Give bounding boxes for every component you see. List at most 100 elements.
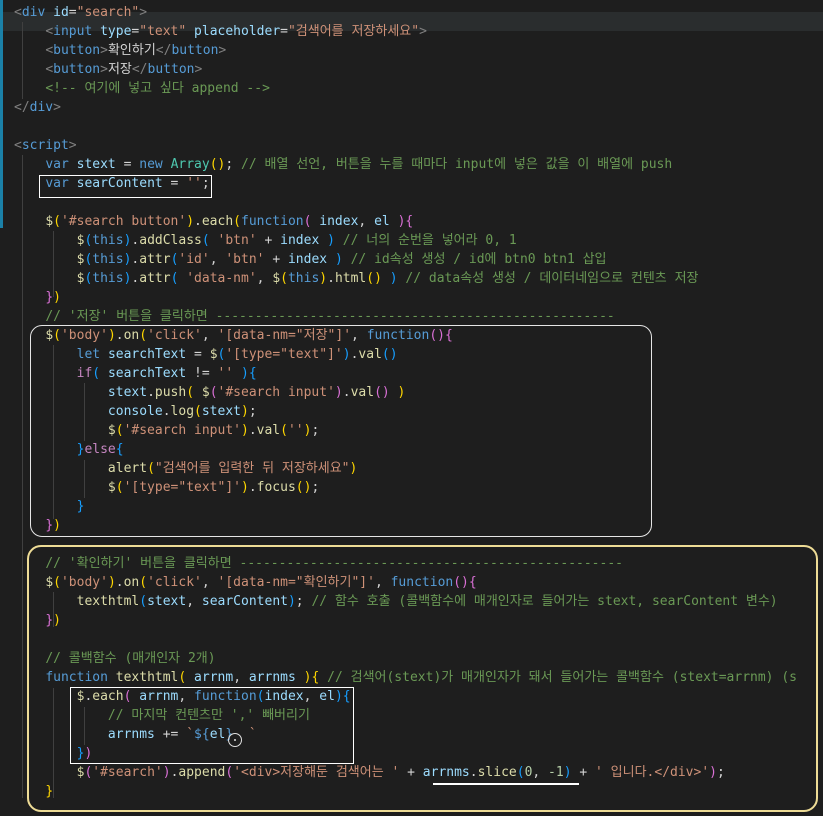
code-token: '<div>저장해둔 검색어는 '	[233, 765, 400, 780]
code-line[interactable]: arrnms += `${el} `	[14, 725, 257, 744]
code-line[interactable]: $.each( arrnm, function(index, el){	[14, 687, 351, 706]
code-token: function	[390, 575, 454, 590]
code-line[interactable]: $('#search button').each(function( index…	[14, 212, 413, 231]
code-token: button	[53, 43, 101, 58]
code-token: 'click'	[147, 575, 202, 590]
mouse-cursor-icon	[228, 733, 242, 747]
code-token: el	[319, 689, 335, 704]
code-line[interactable]: alert("검색어를 입력한 뒤 저장하세요")	[14, 459, 357, 478]
code-line[interactable]: }	[14, 497, 85, 516]
code-line[interactable]: <!-- 여기에 넣고 싶다 append -->	[14, 79, 270, 98]
code-line[interactable]: })	[14, 611, 61, 630]
code-token: index	[287, 252, 328, 267]
code-line[interactable]: })	[14, 516, 61, 535]
code-line[interactable]: <div id="search">	[14, 3, 147, 22]
code-line[interactable]: $('#search').append('<div>저장해둔 검색어는 ' + …	[14, 763, 725, 782]
code-token: // 함수 호출 (콜백함수에 매개인자로 들어가는 stext, searCo…	[311, 594, 778, 609]
code-line[interactable]: })	[14, 288, 61, 307]
code-line[interactable]: }	[14, 782, 53, 801]
code-line[interactable]: // '저장' 버튼을 클릭하면 -----------------------…	[14, 307, 615, 326]
code-token: ' 입니다.</div>'	[595, 765, 710, 780]
code-token: '#search input'	[123, 423, 241, 438]
code-line[interactable]: <button>저장</button>	[14, 60, 202, 79]
code-token: ()	[381, 347, 398, 362]
annotation-underline-slice	[433, 783, 579, 785]
code-editor[interactable]: <div id="search"> <input type="text" pla…	[0, 0, 823, 816]
code-line[interactable]: var searContent = '';	[14, 174, 210, 193]
code-token: )	[342, 347, 351, 362]
code-token: +	[256, 233, 281, 248]
code-line[interactable]: var stext = new Array(); // 배열 선언, 버튼을 누…	[14, 155, 672, 174]
code-token: val	[256, 423, 281, 438]
code-token: )	[389, 271, 398, 286]
code-token: (	[53, 214, 61, 229]
code-token: placeholder	[194, 24, 281, 39]
code-token: // data속성 생성 / 데이터네임으로 컨텐츠 저장	[405, 271, 699, 286]
code-token: each	[92, 689, 124, 704]
code-token: // '저장' 버튼을 클릭하면 -----------------------…	[45, 309, 615, 324]
code-token: ()	[453, 575, 469, 590]
modified-lines-indicator	[0, 0, 3, 228]
code-token: >	[139, 5, 148, 20]
code-line[interactable]: function texthtml( arrnm, arrnms ){ // 검…	[14, 668, 797, 687]
code-token: (	[53, 328, 61, 343]
code-token: 'body'	[60, 575, 108, 590]
code-token: div	[29, 100, 54, 115]
code-token: .	[115, 328, 124, 343]
code-line[interactable]: }else{	[14, 440, 124, 459]
code-line[interactable]: console.log(stext);	[14, 402, 257, 421]
code-line[interactable]: // 콜백함수 (매개인자 2개)	[14, 649, 215, 668]
code-line[interactable]: <input type="text" placeholder="검색어를 저장하…	[14, 22, 427, 41]
code-line[interactable]: <button>확인하기</button>	[14, 41, 226, 60]
code-line[interactable]: $(this).attr( 'data-nm', $(this).html() …	[14, 269, 699, 288]
code-line[interactable]: </div>	[14, 98, 61, 117]
code-token: "search"	[76, 5, 140, 20]
code-token: let	[76, 347, 101, 362]
code-token: </	[131, 62, 148, 77]
code-line[interactable]: $(this).attr('id', 'btn' + index ) // id…	[14, 250, 607, 269]
code-token: (	[280, 271, 288, 286]
code-token: function	[45, 670, 108, 685]
code-line[interactable]: <script>	[14, 136, 77, 155]
code-line[interactable]: // 마지막 컨텐츠만 ',' 빼버리기	[14, 706, 310, 725]
code-line[interactable]: $(this).addClass( 'btn' + index ) // 너의 …	[14, 231, 517, 250]
code-token: $	[45, 575, 54, 590]
code-token: <	[45, 43, 54, 58]
code-token: ,	[209, 252, 226, 267]
code-token: ()	[209, 157, 226, 172]
code-token: (	[225, 765, 234, 780]
code-line[interactable]: $('[type="text"]').focus();	[14, 478, 319, 497]
code-token: ;	[201, 176, 210, 191]
code-line[interactable]: $('body').on('click', '[data-nm="확인하기"]'…	[14, 573, 476, 592]
code-line[interactable]: })	[14, 744, 93, 763]
code-token: ;	[311, 423, 320, 438]
code-token: =	[115, 157, 140, 172]
code-token: `	[186, 727, 195, 742]
code-line[interactable]: texthtml(stext, searContent); // 함수 호출 (…	[14, 592, 778, 611]
code-line[interactable]: let searchText = $('[type="text"]').val(…	[14, 345, 398, 364]
code-token: '[data-nm="저장"]'	[217, 328, 352, 343]
code-line[interactable]: stext.push( $('#search input').val() )	[14, 383, 405, 402]
code-token: }	[45, 518, 54, 533]
code-line[interactable]: // '확인하기' 버튼을 클릭하면 ---------------------…	[14, 554, 623, 573]
code-token: ,	[351, 328, 367, 343]
code-token: =	[162, 176, 187, 191]
code-line[interactable]: $('body').on('click', '[data-nm="저장"]', …	[14, 326, 452, 345]
code-token: '[type="text"]'	[123, 480, 241, 495]
code-token: ${	[194, 727, 210, 742]
code-line[interactable]: if( searchText != '' ){	[14, 364, 257, 383]
code-line[interactable]: $('#search input').val('');	[14, 421, 319, 440]
code-token: var	[45, 176, 69, 191]
code-token: "검색어를 저장하세요"	[287, 24, 420, 39]
